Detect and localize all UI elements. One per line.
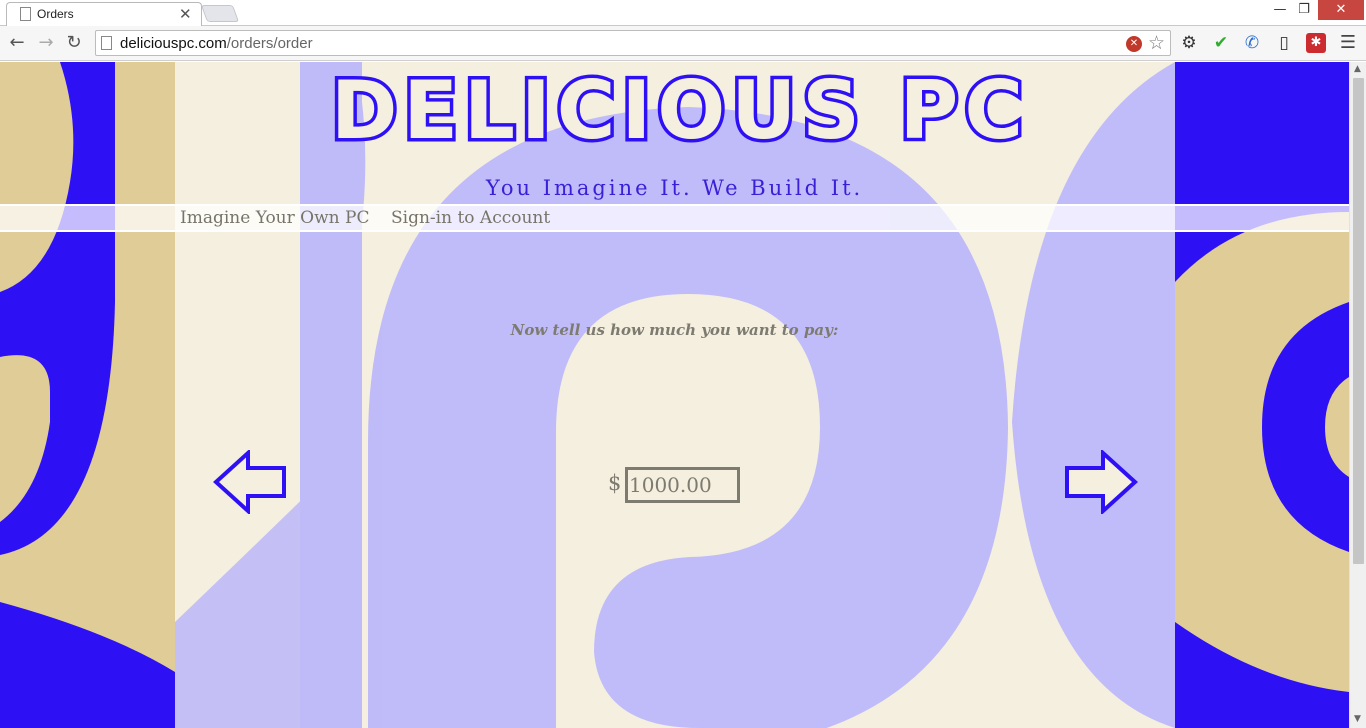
page-icon bbox=[101, 36, 112, 50]
site-nav: Imagine Your Own PC Sign-in to Account bbox=[0, 204, 1349, 232]
right-arrow-icon[interactable] bbox=[1063, 450, 1139, 514]
url-path: /orders/order bbox=[226, 35, 313, 52]
tab-strip: Orders ✕ — ❐ ✕ bbox=[0, 0, 1366, 27]
tab-title: Orders bbox=[37, 7, 74, 21]
check-icon[interactable]: ✔ bbox=[1210, 32, 1232, 54]
site-logo: DELICIOUS PC bbox=[327, 62, 1029, 161]
price-prompt: Now tell us how much you want to pay: bbox=[510, 321, 839, 339]
tab-orders[interactable]: Orders ✕ bbox=[6, 2, 202, 27]
scroll-up-icon[interactable]: ▲ bbox=[1354, 64, 1361, 74]
reload-icon[interactable]: ↻ bbox=[62, 31, 86, 55]
url-host: deliciouspc.com bbox=[120, 35, 227, 52]
page-viewport: DELICIOUS PC You Imagine It. We Build It… bbox=[0, 62, 1349, 728]
minimize-button[interactable]: — bbox=[1268, 0, 1292, 20]
scroll-thumb[interactable] bbox=[1353, 78, 1364, 564]
page-scrollbar[interactable]: ▲ ▼ bbox=[1349, 62, 1366, 728]
back-arrow-icon[interactable]: ← bbox=[5, 31, 29, 55]
maximize-button[interactable]: ❐ bbox=[1292, 0, 1316, 20]
device-icon[interactable]: ▯ bbox=[1273, 32, 1295, 54]
blocked-content-icon[interactable]: ✕ bbox=[1126, 36, 1142, 52]
bookmark-star-icon[interactable]: ☆ bbox=[1148, 31, 1165, 55]
page-icon bbox=[20, 7, 31, 21]
currency-symbol: $ bbox=[608, 471, 622, 495]
forward-arrow-icon[interactable]: → bbox=[34, 31, 58, 55]
tab-close-icon[interactable]: ✕ bbox=[179, 4, 192, 24]
phone-icon[interactable]: ✆ bbox=[1241, 32, 1263, 54]
nav-sign-in[interactable]: Sign-in to Account bbox=[391, 208, 550, 228]
menu-icon[interactable]: ☰ bbox=[1337, 32, 1359, 54]
new-tab-button[interactable] bbox=[200, 5, 240, 22]
logo-text: DELICIOUS PC bbox=[331, 64, 1029, 157]
browser-toolbar: ← → ↻ deliciouspc.com/orders/order ✕ ☆ ⚙… bbox=[0, 26, 1366, 61]
scroll-down-icon[interactable]: ▼ bbox=[1354, 714, 1361, 724]
nav-imagine-pc[interactable]: Imagine Your Own PC bbox=[180, 208, 369, 228]
gear-icon[interactable]: ⚙ bbox=[1178, 32, 1200, 54]
close-window-button[interactable]: ✕ bbox=[1318, 0, 1364, 20]
address-bar[interactable]: deliciouspc.com/orders/order ✕ ☆ bbox=[95, 30, 1171, 56]
price-input[interactable] bbox=[625, 467, 740, 503]
url-text[interactable]: deliciouspc.com/orders/order bbox=[120, 35, 313, 52]
lastpass-icon[interactable]: ✱ bbox=[1306, 33, 1326, 53]
site-tagline: You Imagine It. We Build It. bbox=[485, 176, 864, 200]
left-arrow-icon[interactable] bbox=[212, 450, 288, 514]
